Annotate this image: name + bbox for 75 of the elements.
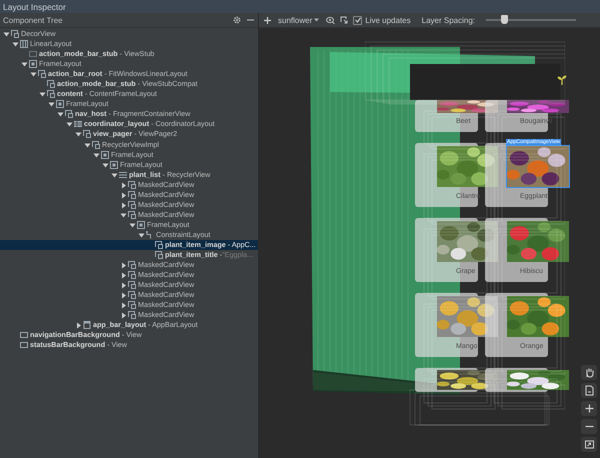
plus-icon xyxy=(584,403,594,414)
view-icon xyxy=(47,80,55,88)
page-icon xyxy=(584,385,594,396)
collapse-arrow-icon[interactable] xyxy=(65,120,74,128)
expand-arrow-icon[interactable] xyxy=(119,291,128,300)
expand-arrow-icon[interactable] xyxy=(119,311,128,320)
hand-icon xyxy=(584,367,594,378)
view-icon xyxy=(38,70,46,78)
view-icon xyxy=(155,251,163,260)
frame-icon xyxy=(137,220,145,229)
constraint-icon xyxy=(146,230,154,239)
collapse-arrow-icon[interactable] xyxy=(128,220,137,229)
view-icon xyxy=(128,291,136,300)
collapse-arrow-icon[interactable] xyxy=(56,110,65,118)
collapse-arrow-icon[interactable] xyxy=(38,90,47,98)
expand-arrow-icon[interactable] xyxy=(119,261,128,270)
window-title: Layout Inspector xyxy=(3,2,66,12)
app-bar-icon xyxy=(83,321,91,330)
checkbox-label: Live updates xyxy=(365,16,411,24)
expand-arrow-icon[interactable] xyxy=(119,200,128,209)
collapse-arrow-icon[interactable] xyxy=(74,130,83,138)
eye-icon[interactable] xyxy=(326,16,336,24)
settings-icon[interactable] xyxy=(233,16,241,24)
view-icon xyxy=(128,281,136,290)
view-icon xyxy=(128,261,136,270)
frame-icon[interactable] xyxy=(340,16,348,24)
expand-arrow-icon[interactable] xyxy=(74,321,83,330)
view-icon xyxy=(128,200,136,209)
dashed-box-icon xyxy=(29,50,37,58)
grid-icon xyxy=(74,120,82,128)
plus-icon[interactable] xyxy=(264,16,271,24)
view-icon xyxy=(128,210,136,219)
collapse-arrow-icon[interactable] xyxy=(29,70,38,78)
fit-button[interactable] xyxy=(581,383,597,398)
view-icon xyxy=(11,30,19,38)
caret-icon xyxy=(314,18,320,22)
list-icon xyxy=(119,170,127,179)
panel-title: Component Tree xyxy=(3,16,63,24)
view-icon xyxy=(128,311,136,320)
zoom-out-button[interactable] xyxy=(581,419,597,434)
zoom-in-button[interactable] xyxy=(581,401,597,416)
sprout-icon xyxy=(557,75,567,85)
frame-icon xyxy=(56,100,64,108)
expand-arrow-icon[interactable] xyxy=(119,301,128,310)
frame-icon xyxy=(584,439,594,450)
pan-button[interactable] xyxy=(581,365,597,380)
collapse-arrow-icon[interactable] xyxy=(101,160,110,169)
expand-arrow-icon[interactable] xyxy=(119,271,128,280)
collapse-arrow-icon[interactable] xyxy=(137,230,146,239)
view-icon xyxy=(128,190,136,199)
view-icon xyxy=(47,90,55,98)
collapse-arrow-icon[interactable] xyxy=(83,140,92,149)
collapse-arrow-icon[interactable] xyxy=(11,40,20,48)
expand-arrow-icon[interactable] xyxy=(119,180,128,189)
view-icon xyxy=(128,271,136,280)
collapse-arrow-icon[interactable] xyxy=(92,150,101,159)
frame-icon xyxy=(29,60,37,68)
collapse-arrow-icon[interactable] xyxy=(2,30,11,38)
collapse-arrow-icon[interactable] xyxy=(110,170,119,179)
view-icon xyxy=(83,130,91,138)
collapse-arrow-icon[interactable] xyxy=(20,60,29,68)
process-dropdown[interactable]: sunflower xyxy=(276,16,322,24)
checkbox[interactable] xyxy=(353,16,362,24)
view-icon xyxy=(92,140,100,149)
collapse-arrow-icon[interactable] xyxy=(119,210,128,219)
expand-arrow-icon[interactable] xyxy=(119,190,128,199)
actual-size-button[interactable] xyxy=(581,437,597,452)
expand-arrow-icon[interactable] xyxy=(119,281,128,290)
columns-icon xyxy=(20,40,28,48)
layer-spacing-label: Layer Spacing: xyxy=(422,16,475,24)
view-icon xyxy=(128,180,136,189)
view-icon xyxy=(65,110,73,118)
collapse-arrow-icon[interactable] xyxy=(47,100,56,108)
view-icon xyxy=(128,301,136,310)
view-icon xyxy=(155,241,163,249)
